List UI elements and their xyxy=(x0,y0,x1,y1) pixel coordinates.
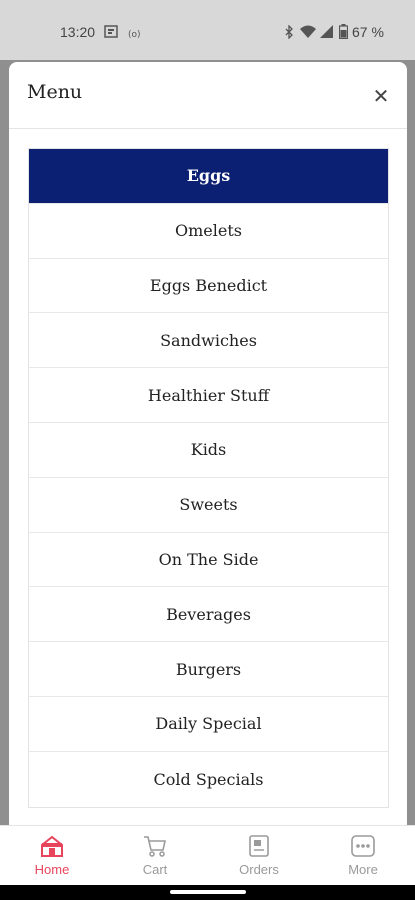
category-item-eggs-benedict[interactable]: Eggs Benedict xyxy=(29,259,388,314)
battery-icon xyxy=(338,24,349,42)
nav-orders[interactable]: Orders xyxy=(224,832,294,884)
category-list: Eggs Omelets Eggs Benedict Sandwiches He… xyxy=(28,148,389,808)
nav-cart-label: Cart xyxy=(142,862,168,877)
sheet-title: Menu xyxy=(27,81,83,103)
sheet-header: Menu ✕ xyxy=(9,62,407,129)
svg-text:(o): (o) xyxy=(128,30,141,39)
close-icon[interactable]: ✕ xyxy=(371,86,391,106)
status-bar: 13:20 (o) 67 % xyxy=(0,0,415,60)
nav-home-label: Home xyxy=(34,862,70,877)
cast-icon: (o) xyxy=(128,26,142,42)
category-item-kids[interactable]: Kids xyxy=(29,423,388,478)
orders-icon xyxy=(249,835,269,857)
signal-icon xyxy=(320,25,333,41)
notification-icon xyxy=(104,25,118,41)
status-time: 13:20 xyxy=(60,24,96,40)
category-item-on-the-side[interactable]: On The Side xyxy=(29,533,388,588)
gesture-handle[interactable] xyxy=(170,890,246,894)
category-item-beverages[interactable]: Beverages xyxy=(29,587,388,643)
bluetooth-icon xyxy=(284,24,294,42)
gesture-bar xyxy=(0,885,415,900)
home-icon xyxy=(41,835,63,857)
category-item-sandwiches[interactable]: Sandwiches xyxy=(29,313,388,369)
category-item-cold-specials[interactable]: Cold Specials xyxy=(29,752,388,807)
category-item-eggs[interactable]: Eggs xyxy=(29,149,388,204)
category-item-healthier-stuff[interactable]: Healthier Stuff xyxy=(29,368,388,423)
battery-percent: 67 % xyxy=(352,24,384,40)
more-icon xyxy=(351,835,375,857)
menu-sheet: Menu ✕ Eggs Omelets Eggs Benedict Sandwi… xyxy=(9,62,407,832)
category-item-daily-special[interactable]: Daily Special xyxy=(29,697,388,752)
cart-icon xyxy=(144,836,166,857)
category-item-burgers[interactable]: Burgers xyxy=(29,642,388,697)
nav-more[interactable]: More xyxy=(328,832,398,884)
wifi-icon xyxy=(300,25,316,41)
nav-home[interactable]: Home xyxy=(17,832,87,884)
category-item-omelets[interactable]: Omelets xyxy=(29,204,388,259)
category-item-sweets[interactable]: Sweets xyxy=(29,478,388,533)
bottom-nav: Home Cart Orders More xyxy=(0,825,415,885)
nav-cart[interactable]: Cart xyxy=(120,832,190,884)
nav-more-label: More xyxy=(348,862,378,877)
nav-orders-label: Orders xyxy=(239,862,279,877)
